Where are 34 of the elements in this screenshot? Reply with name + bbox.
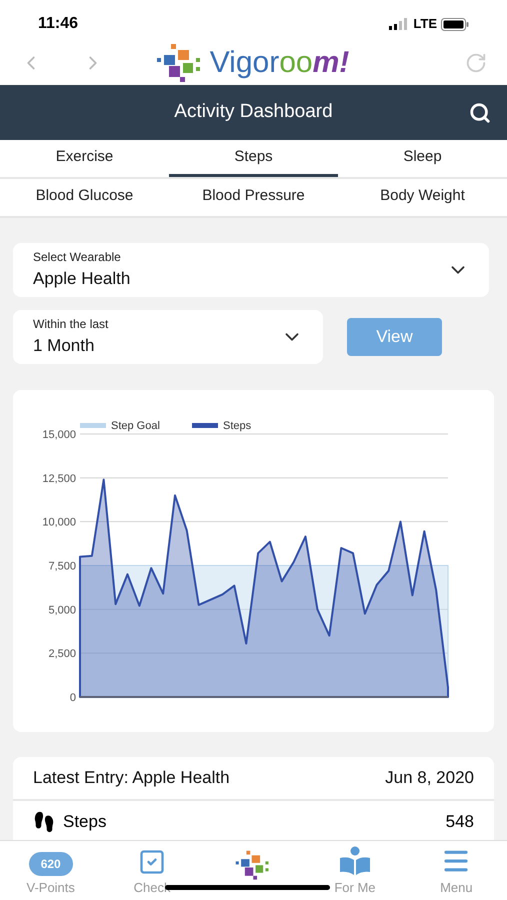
axis-tick-label: 5,000 bbox=[48, 604, 76, 616]
latest-entry-title: Latest Entry: Apple Health bbox=[33, 767, 230, 790]
axis-tick-label: 15,000 bbox=[42, 429, 76, 441]
tab[interactable]: Exercise bbox=[0, 140, 169, 177]
status-time: 11:46 bbox=[38, 14, 78, 34]
tab[interactable]: Sleep bbox=[338, 140, 507, 177]
refresh-icon bbox=[465, 52, 487, 74]
legend-swatch bbox=[192, 423, 218, 428]
axis-tick-label: 10,000 bbox=[42, 516, 76, 529]
checkbox-icon bbox=[138, 848, 166, 876]
latest-entry-date: Jun 8, 2020 bbox=[385, 767, 474, 790]
network-label: LTE bbox=[413, 15, 437, 34]
points-badge: 620 bbox=[28, 852, 73, 876]
reader-icon bbox=[338, 846, 371, 876]
axis-tick-label: 2,500 bbox=[48, 648, 76, 660]
metric-value: 548 bbox=[446, 811, 474, 834]
metric-label: Steps bbox=[63, 811, 106, 834]
legend-label: Steps bbox=[223, 420, 252, 432]
signal-icon bbox=[389, 18, 410, 30]
axis-tick-label: 12,500 bbox=[42, 472, 76, 485]
legend-label: Step Goal bbox=[111, 420, 160, 432]
period-select[interactable]: Within the last 1 Month bbox=[13, 310, 323, 364]
search-icon bbox=[469, 102, 491, 124]
footprints-icon bbox=[33, 811, 55, 833]
header-title: Activity Dashboard bbox=[174, 100, 333, 124]
logo-text: Vigoroom! bbox=[210, 48, 350, 78]
battery-icon bbox=[441, 18, 469, 30]
legend-swatch bbox=[80, 423, 106, 428]
tab[interactable]: Body Weight bbox=[338, 179, 507, 216]
wearable-select[interactable]: Select Wearable Apple Health bbox=[13, 243, 489, 297]
axis-tick-label: 0 bbox=[70, 692, 76, 704]
tab[interactable]: Blood Pressure bbox=[169, 179, 338, 216]
tab[interactable]: Blood Glucose bbox=[0, 179, 169, 216]
axis-tick-label: 7,500 bbox=[48, 560, 76, 572]
